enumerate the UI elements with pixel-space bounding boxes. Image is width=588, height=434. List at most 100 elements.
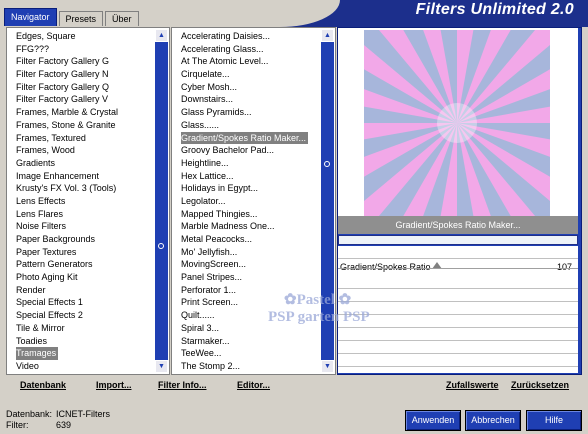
status-database: Datenbank: ICNET-Filters [6, 409, 110, 419]
category-list[interactable]: Edges, Square FFG??? Filter Factory Galler… [6, 27, 170, 375]
list-item[interactable]: Heightline... [174, 157, 319, 170]
list-item-label: Video [16, 360, 39, 371]
category-scrollbar[interactable]: ▲ ▼ [155, 29, 168, 373]
list-item-label: Toadies [16, 335, 48, 346]
parameter-panel: Gradient/Spokes Ratio 107 [338, 246, 578, 373]
list-item[interactable]: At The Atomic Level... [174, 55, 319, 68]
list-item-label: Pattern Generators [16, 259, 93, 270]
reset-button[interactable]: Zurücksetzen [511, 380, 569, 390]
list-item[interactable]: Paper Backgrounds [9, 233, 153, 246]
list-item[interactable]: Filter Factory Gallery N [9, 68, 153, 81]
list-item[interactable]: Video [9, 360, 153, 373]
list-item[interactable]: Glass Pyramids... [174, 106, 319, 119]
list-item-label: Special Effects 2 [16, 310, 83, 321]
list-item-label: Marble Madness One... [181, 221, 275, 232]
list-item-label: Frames, Textured [16, 132, 86, 143]
editor-button[interactable]: Editor... [237, 380, 270, 390]
list-item[interactable]: Filter Factory Gallery V [9, 93, 153, 106]
list-item[interactable]: Frames, Textured [9, 132, 153, 145]
list-item[interactable]: Legolator... [174, 195, 319, 208]
list-item[interactable]: Tramages [9, 347, 153, 360]
list-item[interactable]: Lens Flares [9, 208, 153, 221]
list-item-label: Mapped Thingies... [181, 208, 258, 219]
list-item-label: Mo' Jellyfish... [181, 246, 238, 257]
scroll-down-icon[interactable]: ▼ [321, 360, 334, 373]
list-item-label: Paper Backgrounds [16, 234, 96, 244]
list-item-label: TeeWee... [181, 348, 222, 359]
scroll-up-icon[interactable]: ▲ [321, 29, 334, 42]
list-item[interactable]: Accelerating Daisies... [174, 30, 319, 43]
list-item[interactable]: Special Effects 1 [9, 296, 153, 309]
list-item[interactable]: Paper Textures [9, 246, 153, 259]
list-item[interactable]: Toadies [9, 335, 153, 348]
list-item[interactable]: The Stomp 2... [174, 360, 319, 373]
param-row [338, 315, 578, 328]
list-item[interactable]: Cirquelate... [174, 68, 319, 81]
list-item-label: Tramages [16, 347, 59, 360]
list-item-label: Cyber Mosh... [181, 81, 238, 92]
list-item-label: Render [16, 284, 46, 295]
list-item-label: Special Effects 1 [16, 297, 83, 308]
list-item-label: Image Enhancement [16, 170, 100, 181]
list-item[interactable]: Accelerating Glass... [174, 43, 319, 56]
list-item[interactable]: Edges, Square [9, 30, 153, 43]
list-item-label: Lens Effects [16, 195, 66, 206]
list-item[interactable]: Gradients [9, 157, 153, 170]
list-item-label: Frames, Stone & Granite [16, 119, 116, 130]
list-item[interactable]: Render [9, 284, 153, 297]
list-item[interactable]: Krusty's FX Vol. 3 (Tools) [9, 182, 153, 195]
list-item[interactable]: Hex Lattice... [174, 170, 319, 183]
list-item[interactable]: Downstairs... [174, 93, 319, 106]
list-item[interactable]: Gradient/Spokes Ratio Maker... [174, 131, 319, 145]
database-button[interactable]: Datenbank [20, 380, 66, 390]
list-item-label: Gradient/Spokes Ratio Maker... [181, 131, 309, 145]
filter-info-button[interactable]: Filter Info... [158, 380, 207, 390]
list-item[interactable]: Cyber Mosh... [174, 81, 319, 94]
scroll-up-icon[interactable]: ▲ [155, 29, 168, 42]
list-item[interactable]: Frames, Wood [9, 144, 153, 157]
list-item-label: Filter Factory Gallery V [16, 94, 109, 105]
list-item[interactable]: MovingScreen... [174, 258, 319, 271]
list-item[interactable]: Special Effects 2 [9, 309, 153, 322]
list-item-label: Groovy Bachelor Pad... [181, 145, 275, 156]
scroll-thumb[interactable] [324, 161, 330, 167]
random-values-button[interactable]: Zufallswerte [446, 380, 499, 390]
cancel-button[interactable]: Abbrechen [465, 410, 521, 431]
list-item[interactable]: Tile & Mirror [9, 322, 153, 335]
tab-navigator[interactable]: Navigator [4, 8, 57, 26]
list-item[interactable]: Marble Madness One... [174, 220, 319, 233]
list-item[interactable]: Panel Stripes... [174, 271, 319, 284]
list-item[interactable]: Filter Factory Gallery Q [9, 81, 153, 94]
list-item[interactable]: Glass...... [174, 119, 319, 132]
tab-presets[interactable]: Presets [58, 11, 104, 26]
list-item[interactable]: Photo Aging Kit [9, 271, 153, 284]
list-item[interactable]: Image Enhancement [9, 170, 153, 183]
status-filter: Filter: 639 [6, 420, 71, 430]
list-item[interactable]: Frames, Stone & Granite [9, 119, 153, 132]
tab-uber[interactable]: Über [105, 11, 139, 26]
list-item[interactable]: FFG??? [9, 43, 153, 56]
list-item[interactable]: Noise Filters [9, 220, 153, 233]
list-item[interactable]: Holidays in Egypt... [174, 182, 319, 195]
watermark-logo: ✿Pastel ✿ PSP garten PSP [268, 292, 370, 325]
list-item[interactable]: Frames, Marble & Crystal [9, 106, 153, 119]
param-slider-track[interactable] [338, 268, 578, 269]
list-item-label: Paper Textures [16, 246, 77, 257]
import-button[interactable]: Import... [96, 380, 132, 390]
list-item[interactable]: Groovy Bachelor Pad... [174, 144, 319, 157]
list-item[interactable]: Filter Factory Gallery G [9, 55, 153, 68]
help-button[interactable]: Hilfe [526, 410, 582, 431]
list-item[interactable]: Lens Effects [9, 195, 153, 208]
list-item-label: Glass...... [181, 119, 220, 130]
scroll-down-icon[interactable]: ▼ [155, 360, 168, 373]
list-item[interactable]: Mo' Jellyfish... [174, 246, 319, 259]
scroll-thumb[interactable] [158, 243, 164, 249]
param-row [338, 289, 578, 302]
list-item[interactable]: Mapped Thingies... [174, 208, 319, 221]
param-label: Gradient/Spokes Ratio [340, 262, 431, 272]
list-item[interactable]: Starmaker... [174, 335, 319, 348]
list-item[interactable]: TeeWee... [174, 347, 319, 360]
list-item[interactable]: Metal Peacocks... [174, 233, 319, 246]
apply-button[interactable]: Anwenden [405, 410, 461, 431]
list-item[interactable]: Pattern Generators [9, 258, 153, 271]
